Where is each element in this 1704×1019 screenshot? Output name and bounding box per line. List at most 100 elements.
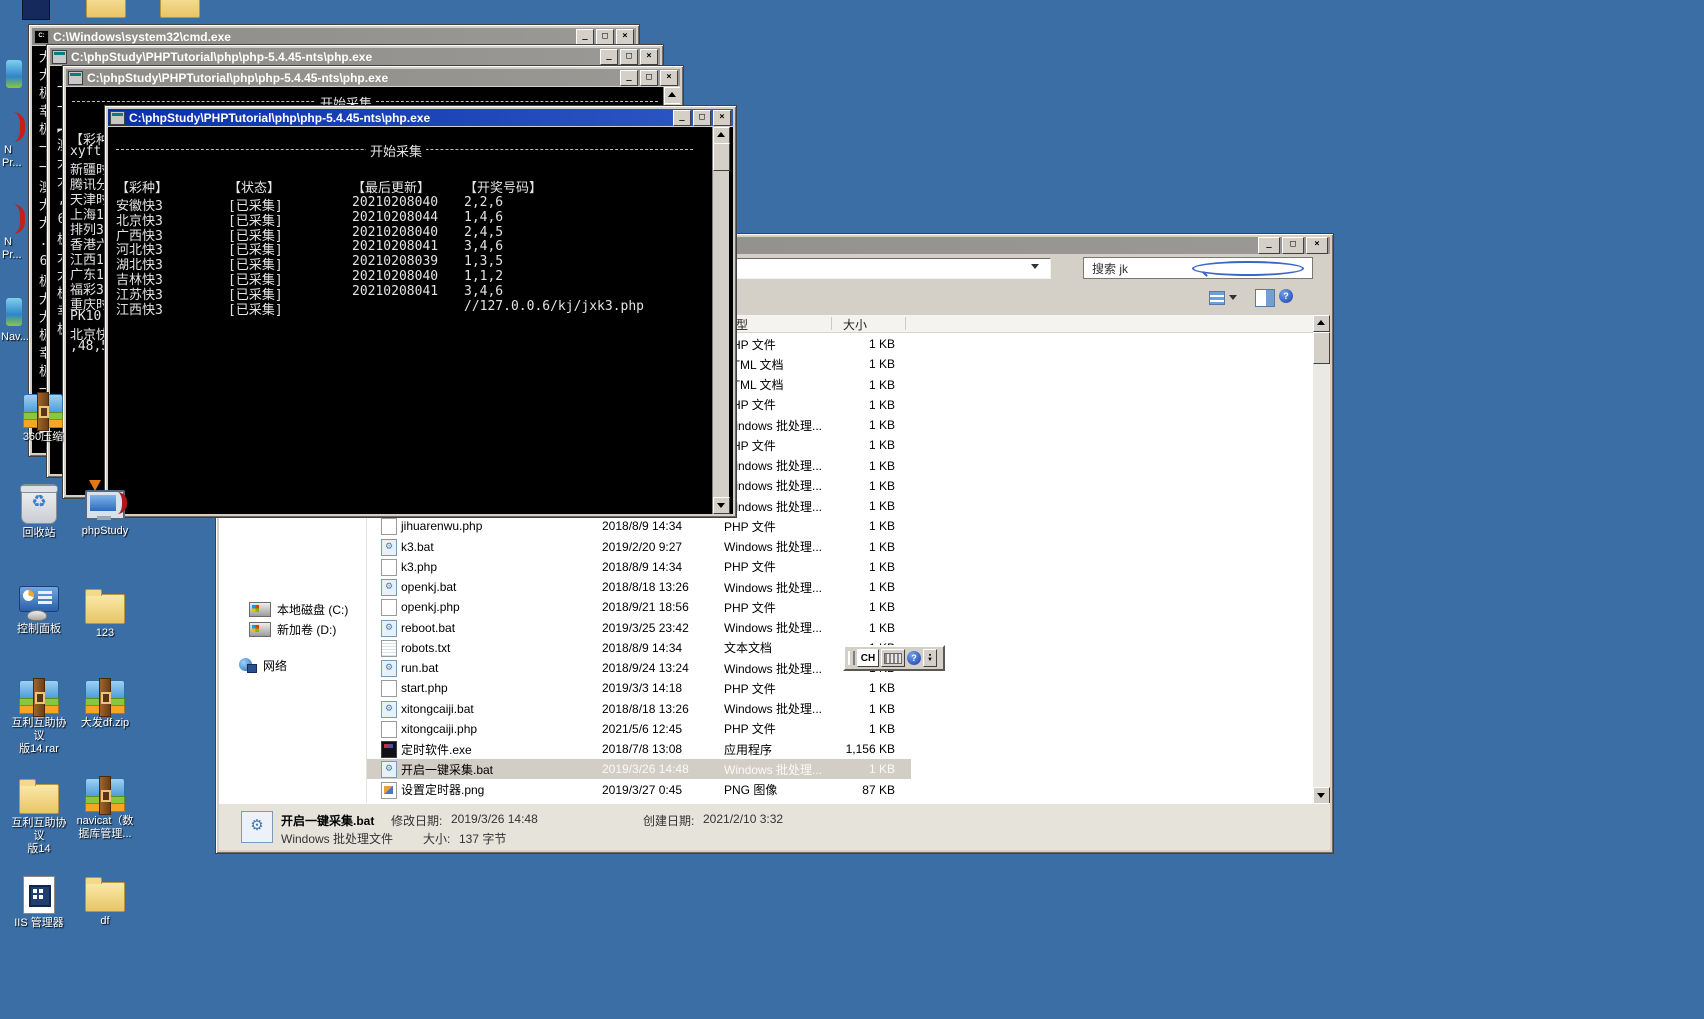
folder-icon[interactable] — [86, 0, 126, 18]
ime-language-button[interactable]: CH — [857, 649, 879, 667]
folder-icon — [85, 594, 125, 624]
maximize-button[interactable]: □ — [693, 110, 711, 126]
search-input[interactable]: 搜索 jk — [1084, 260, 1192, 277]
views-button[interactable] — [1207, 289, 1243, 307]
hidden-desktop-icon[interactable] — [6, 204, 25, 234]
file-nm: run.bat — [401, 661, 438, 675]
maximize-button[interactable]: □ — [596, 29, 614, 45]
ime-language-bar[interactable]: CH ? ▪▼ — [843, 645, 945, 671]
ime-grip[interactable] — [848, 651, 855, 665]
file-row[interactable]: robots.txt2018/8/9 14:34文本文档1 KB — [367, 638, 911, 658]
folder-icon[interactable] — [160, 0, 200, 18]
minimize-button[interactable]: _ — [620, 70, 638, 86]
console-text: 【状态】 — [228, 177, 280, 196]
nav-item-drive-d[interactable]: 新加卷 (D:) — [249, 621, 336, 638]
console-text: 2,2,6 — [464, 195, 503, 210]
file-row[interactable]: ⚙xitongcaiji.bat2018/8/18 13:26Windows 批… — [367, 699, 911, 719]
desktop-icon-control-panel[interactable]: 控制面板 — [8, 586, 70, 636]
column-header-size[interactable]: 大小 — [843, 316, 867, 332]
desktop-icon-360zip[interactable]: 360压缩 — [12, 394, 74, 444]
nav-item-drive-c[interactable]: 本地磁盘 (C:) — [249, 601, 348, 618]
file-row[interactable]: ⚙run.bat2018/9/24 13:24Windows 批处理...1 K… — [367, 658, 911, 678]
scroll-down-icon[interactable] — [713, 497, 730, 514]
file-row[interactable]: 定时软件.exe2018/7/8 13:08应用程序1,156 KB — [367, 739, 911, 759]
desktop-icon-rar14[interactable]: 互利互助协议版14.rar — [8, 680, 70, 756]
desktop-icon-folder-14[interactable]: 互利互助协议版14 — [8, 778, 70, 856]
file-tp: PHP 文件 — [724, 599, 776, 616]
console-titlebar[interactable]: C:\phpStudy\PHPTutorial\php\php-5.4.45-n… — [66, 69, 680, 86]
console-text: 20210208040 — [352, 269, 438, 284]
file-sz: 1 KB — [805, 438, 895, 452]
ime-options-button[interactable]: ▪▼ — [923, 649, 937, 667]
file-sz: 1 KB — [805, 499, 895, 513]
nav-item-network[interactable]: 网络 — [239, 657, 287, 674]
search-box[interactable]: 搜索 jk — [1083, 257, 1313, 279]
help-icon[interactable]: ? — [1279, 289, 1293, 303]
console-title-text: C:\Windows\system32\cmd.exe — [53, 30, 572, 44]
hidden-icon-label: Pr... — [2, 249, 22, 261]
maximize-button[interactable]: □ — [1282, 237, 1304, 254]
desktop-icon-recycle-bin[interactable]: 回收站 — [8, 484, 70, 540]
console-text: //127.0.0.6/kj/jxk3.php — [464, 299, 644, 314]
desktop-icon-fragment[interactable] — [22, 0, 50, 20]
file-nm: k3.php — [401, 560, 437, 574]
console-titlebar[interactable]: C: C:\Windows\system32\cmd.exe _ □ × — [32, 28, 636, 45]
file-tp: PHP 文件 — [724, 558, 776, 575]
minimize-button[interactable]: _ — [576, 29, 594, 45]
archive-icon — [85, 680, 125, 714]
hidden-desktop-icon[interactable] — [6, 298, 22, 326]
archive-icon — [23, 394, 63, 428]
file-sz: 1 KB — [805, 621, 895, 635]
desktop-icon-iis-manager[interactable]: IIS 管理器 — [8, 876, 70, 930]
close-button[interactable]: × — [660, 70, 678, 86]
console-content: 开始采集 【彩种】【状态】【最后更新】【开奖号码】安徽快3[已采集]202102… — [108, 127, 733, 514]
maximize-button[interactable]: □ — [640, 70, 658, 86]
file-row[interactable]: k3.php2018/8/9 14:34PHP 文件1 KB — [367, 557, 911, 577]
desktop-icon-phpstudy[interactable]: phpStudy — [74, 484, 136, 538]
file-sz: 1 KB — [805, 722, 895, 736]
address-dropdown-icon[interactable] — [1031, 264, 1039, 269]
file-row[interactable]: 设置定时器.png2019/3/27 0:45PNG 图像87 KB — [367, 780, 911, 800]
console-scrollbar[interactable] — [712, 127, 729, 514]
desktop-icon-folder-123[interactable]: 123 — [74, 588, 136, 640]
search-icon[interactable] — [1192, 261, 1304, 276]
close-button[interactable]: × — [616, 29, 634, 45]
drive-icon — [249, 602, 271, 617]
cmd-icon: C: — [34, 30, 49, 44]
ime-keyboard-button[interactable] — [881, 649, 905, 667]
maximize-button[interactable]: □ — [620, 49, 638, 65]
file-dt: 2019/3/3 14:18 — [602, 681, 682, 695]
desktop-icon-dafa-zip[interactable]: 大发df.zip — [74, 680, 136, 730]
file-row[interactable]: ⚙k3.bat2019/2/20 9:27Windows 批处理...1 KB — [367, 537, 911, 557]
minimize-button[interactable]: _ — [1258, 237, 1280, 254]
desktop-icon-folder-df[interactable]: df — [74, 876, 136, 928]
preview-pane-button[interactable] — [1255, 289, 1275, 307]
hidden-desktop-icon[interactable] — [6, 112, 25, 142]
file-sz: 1 KB — [805, 600, 895, 614]
desktop-icon-navicat-zip[interactable]: navicat（数据库管理... — [74, 778, 136, 841]
file-row[interactable]: ⚙开启一键采集.bat2019/3/26 14:48Windows 批处理...… — [367, 759, 911, 779]
file-sz: 1,156 KB — [805, 742, 895, 756]
close-button[interactable]: × — [640, 49, 658, 65]
ime-help-icon[interactable]: ? — [907, 651, 921, 665]
file-row[interactable]: openkj.php2018/9/21 18:56PHP 文件1 KB — [367, 597, 911, 617]
console-titlebar[interactable]: C:\phpStudy\PHPTutorial\php\php-5.4.45-n… — [108, 109, 733, 126]
console-titlebar[interactable]: C:\phpStudy\PHPTutorial\php\php-5.4.45-n… — [50, 48, 660, 65]
file-row[interactable]: start.php2019/3/3 14:18PHP 文件1 KB — [367, 678, 911, 698]
file-sz: 1 KB — [805, 357, 895, 371]
hidden-desktop-icon[interactable] — [6, 60, 22, 88]
scroll-up-icon[interactable] — [713, 127, 730, 144]
minimize-button[interactable]: _ — [600, 49, 618, 65]
scroll-up-icon[interactable] — [1313, 315, 1330, 332]
file-row[interactable]: xitongcaiji.php2021/5/6 12:45PHP 文件1 KB — [367, 719, 911, 739]
file-dt: 2018/8/18 13:26 — [602, 702, 689, 716]
scroll-down-icon[interactable] — [1313, 787, 1330, 804]
close-button[interactable]: × — [1306, 237, 1328, 254]
file-row[interactable]: jihuarenwu.php2018/8/9 14:34PHP 文件1 KB — [367, 516, 911, 536]
scroll-up-icon[interactable] — [664, 87, 680, 104]
close-button[interactable]: × — [713, 110, 731, 126]
file-row[interactable]: ⚙reboot.bat2019/3/25 23:42Windows 批处理...… — [367, 618, 911, 638]
minimize-button[interactable]: _ — [673, 110, 691, 126]
list-scrollbar[interactable] — [1313, 315, 1330, 804]
file-row[interactable]: ⚙openkj.bat2018/8/18 13:26Windows 批处理...… — [367, 577, 911, 597]
